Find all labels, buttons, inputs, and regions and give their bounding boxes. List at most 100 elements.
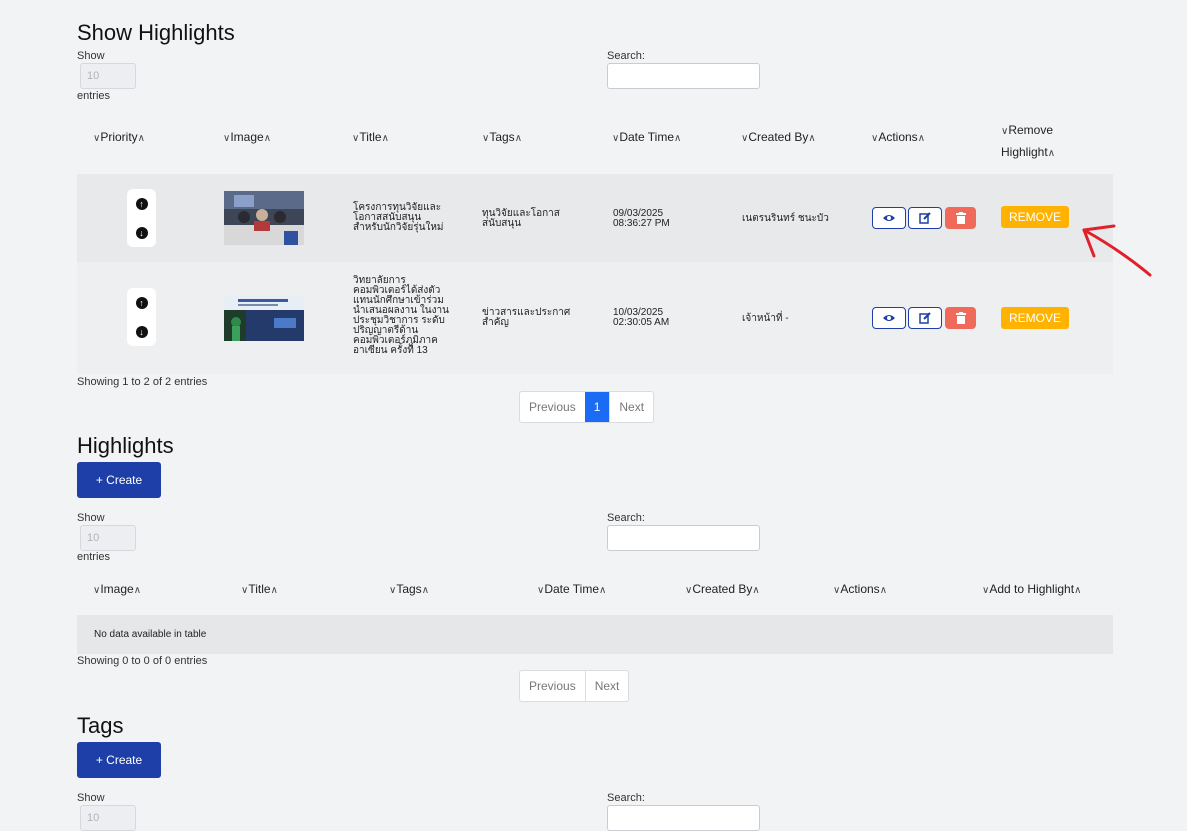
sort-icon: ∧ (137, 133, 145, 144)
sort-icon: ∧ (381, 133, 389, 144)
priority-control: ↑ ↓ (127, 288, 156, 346)
row-tags: ข่าวสารและประกาศ สำคัญ (482, 307, 571, 328)
show-label: Show (77, 50, 105, 62)
col-image[interactable]: ∨Image∧ (93, 582, 141, 596)
highlights-section: Highlights + Create Show 10 entries Sear… (77, 433, 1113, 703)
view-button[interactable] (872, 207, 906, 229)
arrow-up-icon: ↑ (135, 296, 148, 309)
view-button[interactable] (872, 307, 906, 329)
highlight-thumbnail (224, 191, 304, 245)
arrow-up-icon: ↑ (135, 197, 148, 210)
sort-icon: ∧ (133, 585, 142, 596)
arrow-down-icon: ↓ (135, 325, 148, 338)
move-up-button[interactable]: ↑ (127, 189, 156, 218)
sort-icon: ∧ (270, 585, 278, 596)
delete-button[interactable] (945, 307, 976, 329)
annotation-arrow-icon (1082, 224, 1152, 277)
table-row: ↑ ↓ วิทยาลัยการ คอมพิวเตอร์ได้ส่งตัว แทน… (77, 262, 1113, 374)
sort-icon: ∧ (752, 585, 760, 596)
pagination: Previous Next (519, 670, 630, 702)
col-actions[interactable]: ∨Actions∧ (833, 582, 887, 596)
search-label: Search: (607, 512, 645, 524)
create-button[interactable]: + Create (77, 742, 161, 778)
empty-row: No data available in table (77, 615, 1113, 654)
priority-control: ↑ ↓ (127, 189, 156, 247)
section-title: Highlights (77, 433, 174, 458)
entries-select[interactable]: 10 (80, 63, 136, 89)
move-down-button[interactable]: ↓ (127, 218, 156, 247)
col-tags[interactable]: ∨Tags∧ (482, 130, 522, 144)
row-date-time: 09/03/2025 08:36:27 PM (613, 208, 670, 229)
sort-icon: ∧ (808, 133, 816, 144)
entries-select[interactable]: 10 (80, 805, 136, 831)
previous-button[interactable]: Previous (520, 392, 585, 422)
sort-icon: ∧ (421, 585, 430, 596)
col-add-to-highlight[interactable]: ∨Add to Highlight∧ (982, 582, 1081, 596)
remove-highlight-button[interactable]: REMOVE (1001, 307, 1069, 329)
sort-icon: ∧ (263, 133, 272, 144)
search-input[interactable] (607, 525, 760, 551)
entries-label: entries (77, 551, 111, 563)
show-label: Show (77, 792, 105, 804)
highlight-thumbnail (224, 296, 304, 341)
table-info: Showing 0 to 0 of 0 entries (77, 655, 208, 667)
entries-select[interactable]: 10 (80, 525, 136, 551)
arrow-down-icon: ↓ (135, 226, 148, 239)
col-created-by[interactable]: ∨Created By∧ (741, 130, 816, 144)
sort-icon: ∧ (1047, 148, 1056, 159)
previous-button[interactable]: Previous (520, 671, 585, 701)
section-title: Tags (77, 713, 124, 738)
move-down-button[interactable]: ↓ (127, 317, 156, 346)
col-title[interactable]: ∨Title∧ (241, 582, 278, 596)
edit-icon (919, 212, 931, 224)
trash-icon (955, 212, 966, 224)
row-title: โครงการทุนวิจัยและ โอกาสสนับสนุน สำหรับน… (353, 202, 444, 233)
col-date-time[interactable]: ∨Date Time∧ (537, 582, 606, 596)
search-label: Search: (607, 792, 645, 804)
sort-icon: ∧ (674, 133, 682, 144)
next-button[interactable]: Next (584, 671, 629, 701)
col-actions[interactable]: ∨Actions∧ (871, 130, 925, 144)
row-created-by: เนตรนรินทร์ ชนะบัว (742, 213, 829, 224)
empty-message: No data available in table (94, 629, 207, 640)
pagination: Previous 1 Next (519, 391, 655, 423)
next-button[interactable]: Next (609, 392, 653, 422)
trash-icon (955, 312, 966, 324)
col-image[interactable]: ∨Image∧ (223, 130, 271, 144)
col-tags[interactable]: ∨Tags∧ (389, 582, 429, 596)
search-input[interactable] (607, 63, 760, 89)
sort-icon: ∧ (514, 133, 523, 144)
search-input[interactable] (607, 805, 760, 831)
sort-icon: ∧ (599, 585, 607, 596)
show-highlights-section: Show Highlights Show 10 entries Search: … (77, 20, 1113, 430)
eye-icon (883, 215, 895, 221)
row-created-by: เจ้าหน้าที่ - (742, 313, 789, 324)
edit-button[interactable] (908, 207, 942, 229)
table-row: ↑ ↓ โครงการทุนวิจัยและ โอกาสสนับสนุน สำห… (77, 174, 1113, 262)
row-tags: ทุนวิจัยและโอกาส สนับสนุน (482, 208, 560, 229)
col-date-time[interactable]: ∨Date Time∧ (612, 130, 681, 144)
eye-icon (883, 315, 895, 321)
col-title[interactable]: ∨Title∧ (352, 130, 389, 144)
search-label: Search: (607, 50, 645, 62)
edit-button[interactable] (908, 307, 942, 329)
section-title: Show Highlights (77, 20, 235, 45)
edit-icon (919, 312, 931, 324)
remove-highlight-button[interactable]: REMOVE (1001, 206, 1069, 228)
sort-icon: ∧ (917, 133, 926, 144)
tags-section: Tags + Create Show 10 Search: (77, 713, 1113, 831)
col-priority[interactable]: ∨Priority∧ (93, 130, 145, 144)
col-created-by[interactable]: ∨Created By∧ (685, 582, 760, 596)
page-1-button[interactable]: 1 (584, 392, 610, 422)
move-up-button[interactable]: ↑ (127, 288, 156, 317)
row-title: วิทยาลัยการ คอมพิวเตอร์ได้ส่งตัว แทนนักศ… (353, 275, 449, 356)
col-remove-highlight[interactable]: ∨Remove Highlight∧ (1001, 120, 1055, 164)
table-info: Showing 1 to 2 of 2 entries (77, 376, 208, 388)
sort-icon: ∧ (879, 585, 888, 596)
show-label: Show (77, 512, 105, 524)
delete-button[interactable] (945, 207, 976, 229)
create-button[interactable]: + Create (77, 462, 161, 498)
row-date-time: 10/03/2025 02:30:05 AM (613, 307, 670, 328)
entries-label: entries (77, 90, 111, 102)
sort-icon: ∧ (1074, 585, 1082, 596)
